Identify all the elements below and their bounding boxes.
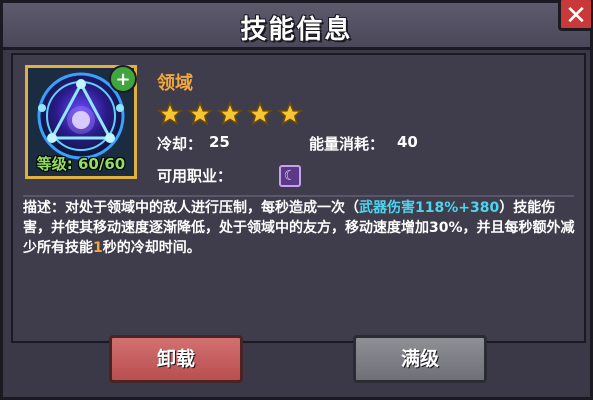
star-icon — [217, 101, 243, 126]
divider — [23, 195, 574, 197]
profession-label: 可用职业： — [157, 167, 233, 185]
star-icon — [187, 101, 213, 126]
star-icon — [247, 101, 273, 126]
mage-hat-icon: ☾ — [279, 165, 301, 187]
cooldown-reduce-seconds: 1 — [93, 240, 103, 256]
max-level-button[interactable]: 满级 — [353, 335, 487, 383]
close-button[interactable]: ✕ — [558, 0, 593, 31]
unload-button[interactable]: 卸载 — [109, 335, 243, 383]
skill-name: 领域 — [157, 73, 193, 94]
skill-info-dialog: 技能信息 ✕ 等级: 60/60 + 领域 冷却： 25 能量消耗： 40 可用… — [0, 0, 593, 400]
cooldown-value: 25 — [209, 133, 230, 151]
close-icon: ✕ — [565, 1, 587, 31]
upgrade-plus-icon[interactable]: + — [109, 65, 137, 93]
star-icon — [157, 101, 183, 126]
skill-content-panel: 等级: 60/60 + 领域 冷却： 25 能量消耗： 40 可用职业： ☾ 描… — [11, 53, 586, 343]
energy-cost-label: 能量消耗： — [309, 135, 385, 153]
star-icon — [277, 101, 303, 126]
dialog-title: 技能信息 — [240, 15, 353, 45]
cooldown-label: 冷却： — [157, 135, 203, 153]
title-bar: 技能信息 — [3, 3, 590, 50]
skill-level: 等级: 60/60 — [36, 155, 126, 173]
skill-description: 描述：对处于领域中的敌人进行压制，每秒造成一次（武器伤害118%+380）技能伤… — [23, 198, 578, 258]
skill-star-rating — [157, 101, 303, 131]
description-suffix: 秒的冷却时间。 — [102, 240, 201, 256]
damage-formula: 武器伤害118%+380 — [359, 200, 500, 216]
energy-cost-value: 40 — [397, 133, 418, 151]
description-prefix: 描述：对处于领域中的敌人进行压制，每秒造成一次（ — [23, 200, 359, 216]
